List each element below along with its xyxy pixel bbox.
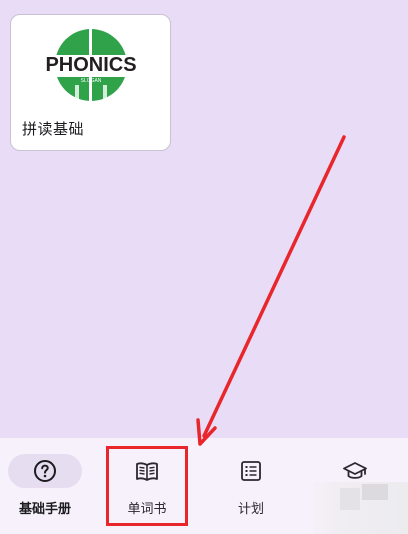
course-card-label: 拼读基础 [22, 120, 85, 138]
nav-label-wordbook: 单词书 [127, 502, 167, 517]
graduation-cap-icon [343, 459, 367, 483]
nav-label-handbook: 基础手册 [18, 502, 71, 517]
nav-item-handbook[interactable]: 基础手册 [0, 438, 90, 534]
list-icon [239, 459, 263, 483]
logo-wordmark: PHONICS [45, 54, 136, 76]
nav-label-plan: 计划 [237, 502, 264, 517]
book-icon [135, 459, 159, 483]
main-content: PHONICS SLOGAN 拼读基础 [0, 0, 408, 438]
help-circle-icon [33, 459, 57, 483]
nav-item-plan[interactable]: 计划 [206, 438, 296, 534]
logo-slogan: SLOGAN [81, 78, 102, 84]
course-card-phonics[interactable]: PHONICS SLOGAN 拼读基础 [10, 14, 171, 151]
phonics-logo: PHONICS SLOGAN [11, 15, 170, 125]
nav-item-wordbook[interactable]: 单词书 [102, 438, 192, 534]
blurred-region [310, 482, 408, 534]
